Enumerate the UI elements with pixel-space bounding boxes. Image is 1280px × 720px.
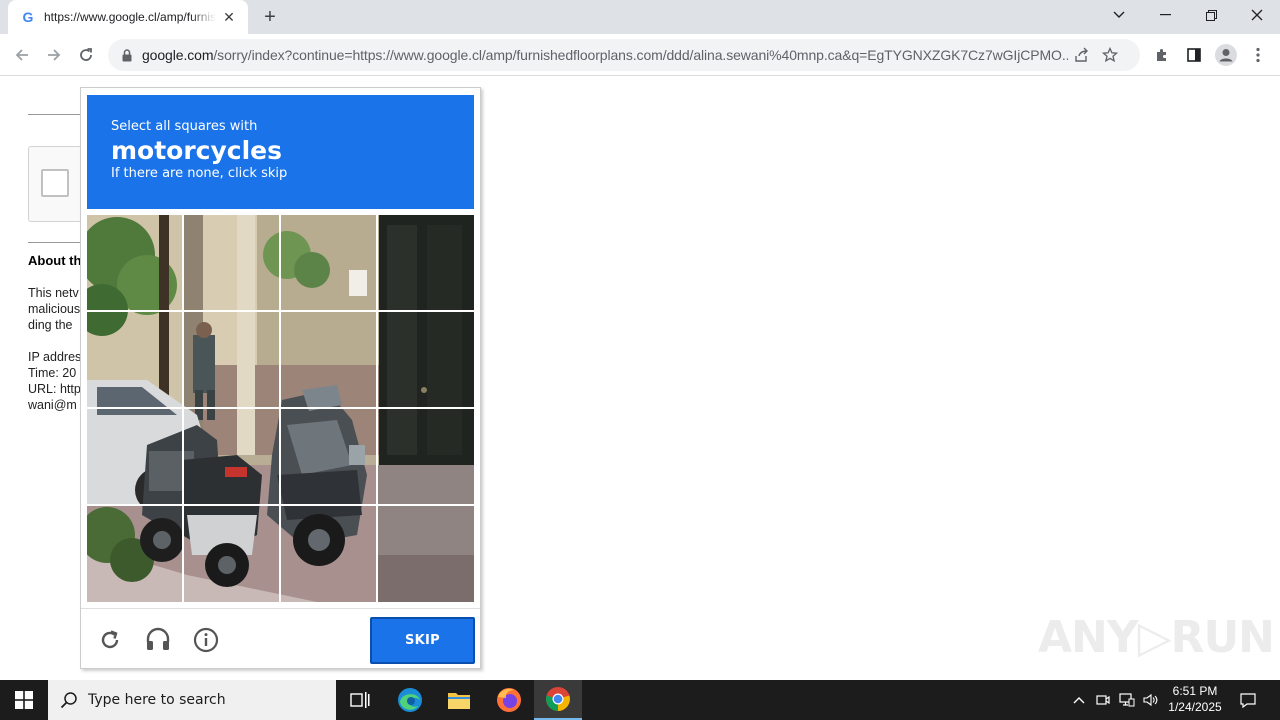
volume-icon[interactable]	[1140, 680, 1162, 720]
captcha-tile[interactable]	[184, 506, 280, 602]
start-button[interactable]	[0, 680, 48, 720]
show-hidden-icons-chevron[interactable]	[1068, 680, 1090, 720]
tab-title: https://www.google.cl/amp/furnishedfloor…	[44, 10, 216, 24]
challenge-target: motorcycles	[111, 136, 283, 165]
page-text-line[interactable]: URL: http	[28, 381, 81, 397]
captcha-tile[interactable]	[281, 312, 377, 408]
challenge-header: Select all squares with motorcycles If t…	[87, 95, 474, 209]
captcha-tile[interactable]	[281, 506, 377, 602]
browser-toolbar: google.com/sorry/index?continue=https://…	[0, 34, 1280, 76]
captcha-tile[interactable]	[378, 312, 474, 408]
lock-icon[interactable]	[120, 48, 134, 62]
minimize-button[interactable]	[1142, 0, 1188, 30]
skip-button[interactable]: SKIP	[370, 617, 475, 664]
network-icon[interactable]	[1116, 680, 1138, 720]
instruction-text: Select all squares with	[111, 119, 258, 134]
recaptcha-anchor[interactable]	[28, 146, 88, 222]
page-text-line: IP addres	[28, 350, 82, 364]
window-controls	[1096, 0, 1280, 30]
about-heading: About th	[28, 253, 82, 268]
page-text-line: Time: 20	[28, 366, 77, 380]
file-explorer-icon[interactable]	[435, 680, 483, 720]
side-panel-icon[interactable]	[1180, 41, 1208, 69]
captcha-tile[interactable]	[378, 409, 474, 505]
meet-now-icon[interactable]	[1092, 680, 1114, 720]
recaptcha-challenge: Select all squares with motorcycles If t…	[80, 87, 481, 669]
captcha-tile[interactable]	[378, 215, 474, 311]
back-button[interactable]	[8, 41, 36, 69]
clock-date: 1/24/2025	[1168, 700, 1222, 714]
divider	[28, 114, 80, 115]
captcha-tile[interactable]	[87, 409, 183, 505]
edge-browser-icon[interactable]	[386, 680, 434, 720]
bookmark-star-icon[interactable]	[1096, 41, 1124, 69]
taskbar-clock[interactable]: 6:51 PM 1/24/2025	[1160, 683, 1230, 715]
search-icon	[60, 692, 77, 709]
reload-challenge-icon[interactable]	[96, 626, 124, 654]
tab-search-icon[interactable]	[1096, 0, 1142, 30]
task-view-icon[interactable]	[336, 680, 384, 720]
share-icon[interactable]	[1068, 41, 1096, 69]
search-placeholder: Type here to search	[88, 692, 226, 708]
captcha-tile[interactable]	[281, 215, 377, 311]
captcha-tile[interactable]	[378, 506, 474, 602]
clock-time: 6:51 PM	[1172, 684, 1218, 698]
captcha-tile[interactable]	[281, 409, 377, 505]
divider	[28, 242, 80, 243]
taskbar-search-box[interactable]: Type here to search	[48, 680, 336, 720]
help-info-icon[interactable]	[192, 626, 220, 654]
windows-taskbar: Type here to search 6:51 PM 1/24/2025	[0, 680, 1280, 720]
address-bar[interactable]: google.com/sorry/index?continue=https://…	[108, 39, 1140, 71]
recaptcha-checkbox[interactable]	[41, 169, 69, 197]
restore-button[interactable]	[1188, 0, 1234, 30]
extensions-icon[interactable]	[1148, 41, 1176, 69]
page-text-line: wani@m	[28, 398, 77, 412]
challenge-image-grid	[87, 215, 474, 602]
close-window-button[interactable]	[1234, 0, 1280, 30]
new-tab-button[interactable]: +	[257, 5, 283, 29]
audio-challenge-icon[interactable]	[144, 626, 172, 654]
reload-button[interactable]	[72, 41, 100, 69]
windows-logo-icon	[15, 691, 33, 709]
tab-strip: G https://www.google.cl/amp/furnishedflo…	[0, 0, 1280, 34]
captcha-tile[interactable]	[87, 312, 183, 408]
instruction-subtext: If there are none, click skip	[111, 166, 288, 181]
captcha-tile[interactable]	[87, 215, 183, 311]
google-favicon-icon: G	[22, 9, 34, 25]
forward-button[interactable]	[40, 41, 68, 69]
captcha-tile[interactable]	[184, 409, 280, 505]
profile-avatar-icon[interactable]	[1212, 41, 1240, 69]
tab-close-icon[interactable]: ✕	[220, 8, 238, 26]
captcha-tile[interactable]	[184, 215, 280, 311]
page-text-line: This netv	[28, 286, 79, 300]
browser-tab[interactable]: G https://www.google.cl/amp/furnishedflo…	[8, 0, 248, 34]
page-text-line: malicious	[28, 302, 81, 316]
page-text-line: ding the	[28, 318, 73, 332]
captcha-tile[interactable]	[184, 312, 280, 408]
challenge-footer: SKIP	[81, 608, 480, 668]
menu-kebab-icon[interactable]	[1244, 41, 1272, 69]
notifications-icon[interactable]	[1234, 680, 1262, 720]
captcha-tile[interactable]	[87, 506, 183, 602]
firefox-icon[interactable]	[485, 680, 533, 720]
anyrun-watermark: ANY▷RUN	[1038, 612, 1275, 663]
chrome-icon[interactable]	[534, 680, 582, 720]
url-text[interactable]: google.com/sorry/index?continue=https://…	[142, 47, 1068, 63]
